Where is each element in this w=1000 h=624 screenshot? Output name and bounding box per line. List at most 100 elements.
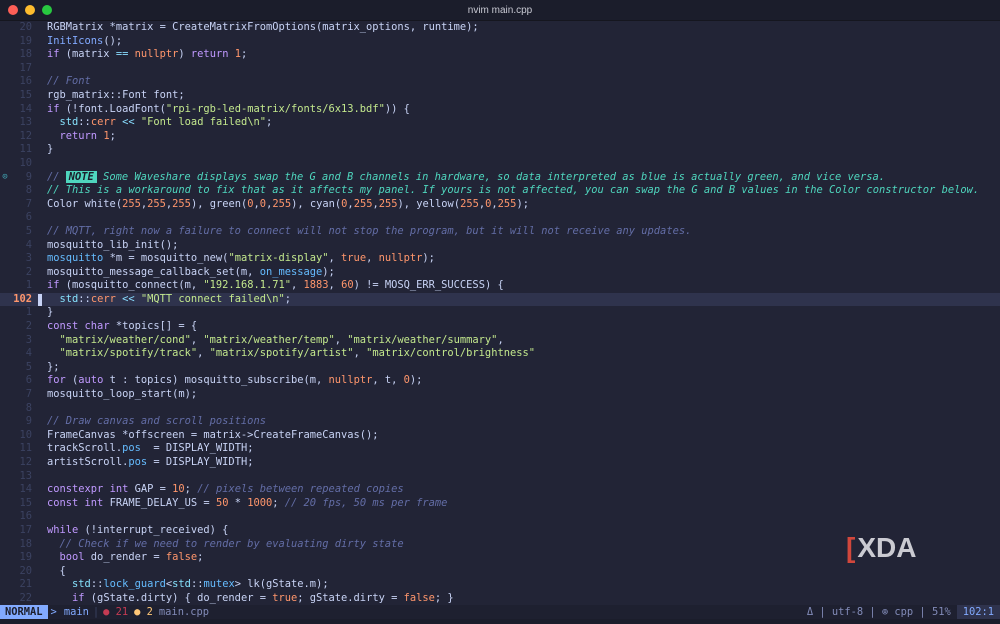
- code-token: ::: [78, 116, 91, 129]
- code-line[interactable]: 21 std::lock_guard<std::mutex> lk(gState…: [0, 578, 1000, 592]
- line-number: 5: [25, 224, 32, 237]
- status-line: NORMAL > main | ● 21 ● 2 main.cpp Δ | ut…: [0, 605, 1000, 619]
- code-text: "matrix/spotify/track", "matrix/spotify/…: [47, 347, 535, 361]
- close-button[interactable]: [8, 5, 18, 15]
- code-token: ): [178, 48, 191, 61]
- code-token: for: [47, 374, 66, 387]
- mode-separator-icon: >: [50, 606, 57, 618]
- code-text: for (auto t : topics) mosquitto_subscrib…: [47, 374, 422, 388]
- code-token: ;: [241, 48, 248, 61]
- code-token: while: [47, 523, 79, 536]
- maximize-button[interactable]: [42, 5, 52, 15]
- code-token: do_render =: [84, 551, 166, 564]
- minimize-button[interactable]: [25, 5, 35, 15]
- code-line[interactable]: 8: [0, 402, 1000, 416]
- code-text: const int FRAME_DELAY_US = 50 * 1000; //…: [47, 497, 447, 511]
- code-line[interactable]: 11}: [0, 143, 1000, 157]
- code-token: ;: [109, 129, 116, 142]
- code-token: "192.168.1.71": [203, 279, 291, 292]
- code-line[interactable]: 2 mosquitto_message_callback_set(m, on_me…: [0, 266, 1000, 280]
- error-count[interactable]: ● 21: [99, 605, 128, 619]
- code-line[interactable]: 14 if (!font.LoadFont("rpi-rgb-led-matrix…: [0, 103, 1000, 117]
- code-line[interactable]: 10 FrameCanvas *offscreen = matrix->Creat…: [0, 429, 1000, 443]
- line-number: 21: [19, 578, 32, 591]
- code-line[interactable]: 20 {: [0, 565, 1000, 579]
- line-number: 13: [19, 469, 32, 482]
- code-token: <<: [122, 292, 135, 305]
- code-line[interactable]: 17: [0, 62, 1000, 76]
- code-line[interactable]: 19 InitIcons();: [0, 35, 1000, 49]
- code-token: 255: [378, 197, 398, 210]
- code-line[interactable]: 6 for (auto t : topics) mosquitto_subscri…: [0, 374, 1000, 388]
- code-line[interactable]: 102 std::cerr << "MQTT connect failed\n"…: [0, 292, 1000, 307]
- code-line[interactable]: 12 artistScroll.pos = DISPLAY_WIDTH;: [0, 456, 1000, 470]
- code-token: mosquitto_loop_start(m);: [47, 388, 198, 401]
- code-line[interactable]: 8 // This is a workaround to fix that as …: [0, 184, 1000, 198]
- code-token: ), green(: [190, 197, 248, 210]
- code-line[interactable]: 4 mosquitto_lib_init();: [0, 239, 1000, 253]
- code-line[interactable]: ⊙ 9// NOTE Some Waveshare displays swap t…: [0, 170, 1000, 185]
- line-number: 13: [19, 116, 32, 129]
- file-name: main.cpp: [158, 606, 209, 618]
- code-token: = DISPLAY_WIDTH;: [140, 442, 254, 455]
- code-text: FrameCanvas *offscreen = matrix->CreateF…: [47, 429, 379, 443]
- code-token: *: [228, 496, 248, 509]
- line-number: 9: [25, 415, 32, 428]
- line-number: 15: [19, 496, 32, 509]
- code-line[interactable]: 13 std::cerr << "Font load failed\n";: [0, 116, 1000, 130]
- line-number: 4: [25, 238, 32, 251]
- code-line[interactable]: 7 Color white(255,255,255), green(0,0,255…: [0, 198, 1000, 212]
- code-text: mosquitto_loop_start(m);: [47, 388, 197, 402]
- code-line[interactable]: 11 trackScroll.pos = DISPLAY_WIDTH;: [0, 442, 1000, 456]
- line-number: 12: [19, 129, 32, 142]
- line-number: 102: [13, 292, 32, 305]
- line-number: 6: [25, 211, 32, 224]
- code-line[interactable]: 1}: [0, 306, 1000, 320]
- line-number: 2: [25, 320, 32, 333]
- code-text: trackScroll.pos = DISPLAY_WIDTH;: [47, 442, 253, 456]
- code-token: auto: [78, 374, 104, 387]
- code-token: if: [72, 591, 85, 604]
- code-text: const char *topics[] = {: [47, 320, 197, 334]
- command-line[interactable]: [0, 619, 1000, 624]
- warning-count[interactable]: ● 2: [128, 605, 153, 619]
- code-line[interactable]: 15 const int FRAME_DELAY_US = 50 * 1000; …: [0, 497, 1000, 511]
- code-token: 255: [122, 197, 141, 210]
- code-token: RGBMatrix *matrix = CreateMatrixFromOpti…: [47, 21, 479, 33]
- code-line[interactable]: 2 const char *topics[] = {: [0, 320, 1000, 334]
- title-bar: nvim main.cpp: [0, 0, 1000, 21]
- code-line[interactable]: 9 // Draw canvas and scroll positions: [0, 415, 1000, 429]
- code-line[interactable]: 1 if (mosquitto_connect(m, "192.168.1.71"…: [0, 279, 1000, 293]
- code-line[interactable]: 20 RGBMatrix *matrix = CreateMatrixFromOp…: [0, 21, 1000, 35]
- code-token: std: [72, 578, 91, 591]
- code-line[interactable]: 22 if (gState.dirty) { do_render = true;…: [0, 592, 1000, 605]
- code-line[interactable]: 5 // MQTT, right now a failure to connect…: [0, 225, 1000, 239]
- code-token: std: [59, 116, 79, 129]
- code-line[interactable]: 16 // Font: [0, 75, 1000, 89]
- line-number: 17: [19, 523, 32, 536]
- code-line[interactable]: 10: [0, 157, 1000, 171]
- code-line[interactable]: 7 mosquitto_loop_start(m);: [0, 388, 1000, 402]
- code-text: while (!interrupt_received) {: [47, 524, 228, 538]
- code-line[interactable]: 18 if (matrix == nullptr) return 1;: [0, 48, 1000, 62]
- code-line[interactable]: 4 "matrix/spotify/track", "matrix/spotif…: [0, 347, 1000, 361]
- code-line[interactable]: 14 constexpr int GAP = 10; // pixels betw…: [0, 483, 1000, 497]
- code-editor[interactable]: 20 RGBMatrix *matrix = CreateMatrixFromOp…: [0, 21, 1000, 605]
- code-line[interactable]: 16: [0, 510, 1000, 524]
- code-line[interactable]: 3 mosquitto *m = mosquitto_new("matrix-di…: [0, 252, 1000, 266]
- code-line[interactable]: 12 return 1;: [0, 130, 1000, 144]
- code-token: // 20 fps, 50 ms per frame: [284, 496, 448, 509]
- code-line[interactable]: 13: [0, 470, 1000, 484]
- line-number: 18: [19, 48, 32, 61]
- code-token: = DISPLAY_WIDTH;: [147, 456, 254, 468]
- code-token: "matrix/weather/cond": [59, 333, 191, 346]
- code-token: 1000: [247, 496, 273, 509]
- code-line[interactable]: 15 rgb_matrix::Font font;: [0, 89, 1000, 103]
- code-token: 255: [272, 197, 292, 210]
- code-line[interactable]: 5};: [0, 361, 1000, 375]
- code-line[interactable]: 3 "matrix/weather/cond", "matrix/weather…: [0, 334, 1000, 348]
- code-line[interactable]: 6: [0, 211, 1000, 225]
- code-text: }: [47, 306, 53, 320]
